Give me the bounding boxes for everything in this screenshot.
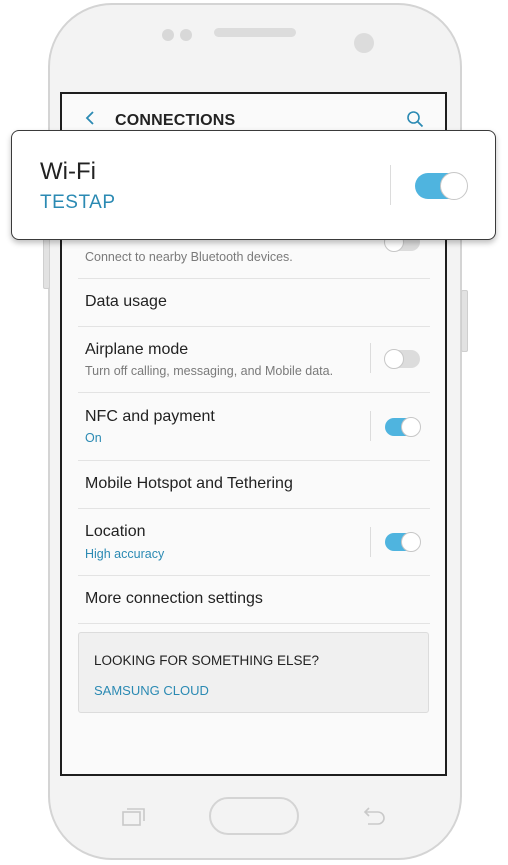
setting-more-connection[interactable]: More connection settings xyxy=(78,576,430,624)
nfc-toggle[interactable] xyxy=(385,417,421,437)
nfc-title: NFC and payment xyxy=(85,408,215,425)
divider xyxy=(370,343,371,373)
divider xyxy=(390,165,391,205)
setting-data-usage[interactable]: Data usage xyxy=(78,279,430,327)
toggle-knob xyxy=(401,532,421,552)
home-button[interactable] xyxy=(209,797,299,835)
search-icon[interactable] xyxy=(406,110,424,128)
setting-mobile-hotspot[interactable]: Mobile Hotspot and Tethering xyxy=(78,461,430,509)
suggestion-card: LOOKING FOR SOMETHING ELSE? SAMSUNG CLOU… xyxy=(78,632,429,713)
proximity-sensor xyxy=(162,29,174,41)
wifi-title: Wi-Fi xyxy=(40,158,96,185)
power-button xyxy=(461,290,468,352)
wifi-toggle[interactable] xyxy=(415,172,468,200)
hotspot-title: Mobile Hotspot and Tethering xyxy=(85,475,293,492)
toggle-knob xyxy=(401,417,421,437)
back-arrow-icon[interactable] xyxy=(82,110,98,126)
location-title: Location xyxy=(85,523,146,540)
wifi-network-name: TESTAP xyxy=(40,192,116,213)
setting-location[interactable]: Location High accuracy xyxy=(78,509,430,576)
airplane-toggle[interactable] xyxy=(384,349,420,369)
setting-nfc-payment[interactable]: NFC and payment On xyxy=(78,393,430,461)
more-settings-title: More connection settings xyxy=(85,590,263,607)
divider xyxy=(370,527,371,557)
airplane-subtitle: Turn off calling, messaging, and Mobile … xyxy=(85,364,334,378)
recent-apps-icon[interactable] xyxy=(122,808,146,826)
setting-airplane-mode[interactable]: Airplane mode Turn off calling, messagin… xyxy=(78,327,430,393)
page-title: CONNECTIONS xyxy=(115,112,236,129)
location-toggle[interactable] xyxy=(385,532,421,552)
front-camera xyxy=(354,33,374,53)
setting-bluetooth[interactable]: Connect to nearby Bluetooth devices. xyxy=(78,232,430,279)
light-sensor xyxy=(180,29,192,41)
suggestion-title: LOOKING FOR SOMETHING ELSE? xyxy=(94,653,320,668)
divider xyxy=(370,411,371,441)
location-subtitle: High accuracy xyxy=(85,547,165,561)
wifi-callout[interactable]: Wi-Fi TESTAP xyxy=(11,130,496,240)
samsung-cloud-link[interactable]: SAMSUNG CLOUD xyxy=(94,683,209,698)
bluetooth-subtitle: Connect to nearby Bluetooth devices. xyxy=(85,250,293,264)
toggle-knob xyxy=(384,349,404,369)
earpiece-speaker xyxy=(214,28,296,37)
airplane-title: Airplane mode xyxy=(85,341,189,358)
toggle-knob xyxy=(440,172,468,200)
nfc-subtitle: On xyxy=(85,431,102,445)
back-icon[interactable] xyxy=(360,806,386,826)
data-usage-title: Data usage xyxy=(85,293,167,310)
